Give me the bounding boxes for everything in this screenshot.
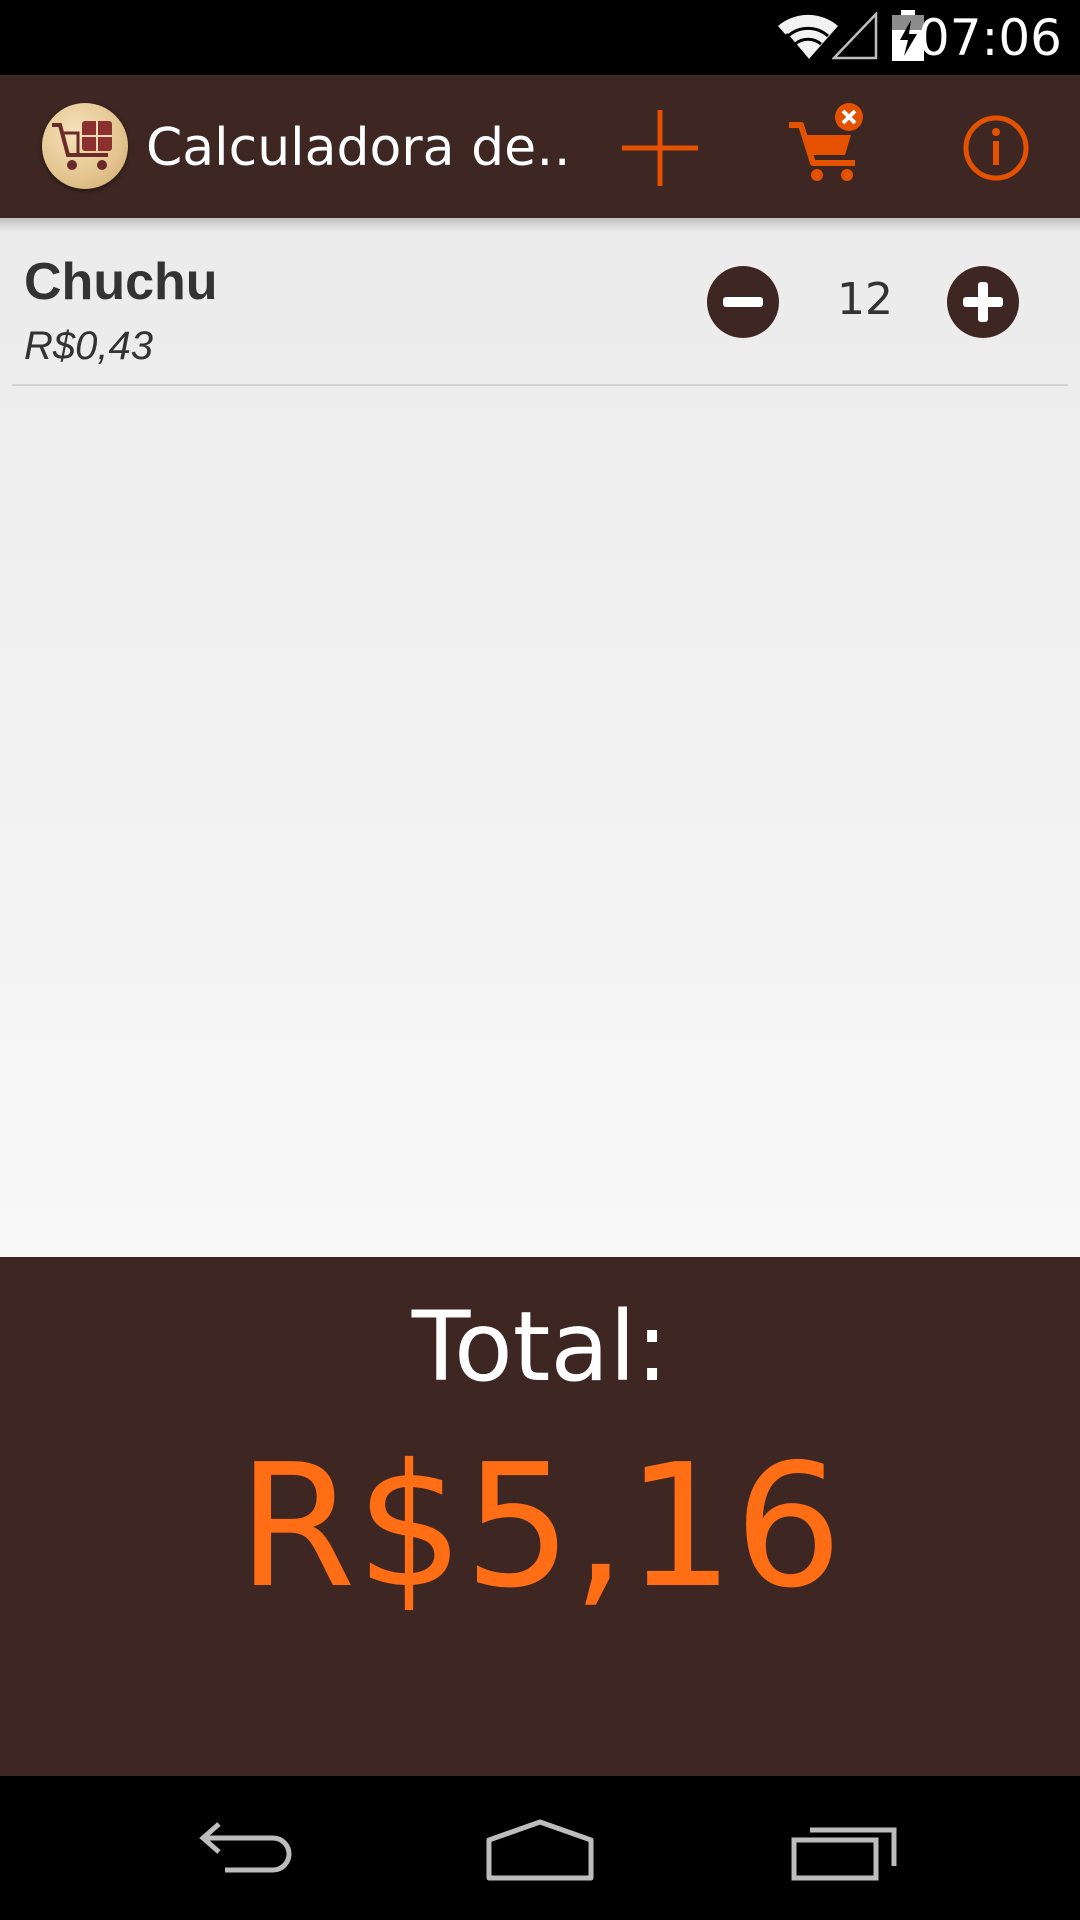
add-button[interactable]	[617, 105, 703, 191]
increase-quantity-button[interactable]	[947, 266, 1019, 338]
app-bar: Calculadora de…	[0, 75, 1080, 218]
minus-icon	[723, 297, 763, 307]
status-time: 07:06	[917, 9, 1062, 67]
wifi-icon	[776, 12, 840, 62]
decrease-quantity-button[interactable]	[707, 266, 779, 338]
item-quantity: 12	[837, 274, 893, 325]
recents-button[interactable]	[790, 1816, 900, 1886]
info-icon	[963, 115, 1029, 181]
home-button[interactable]	[485, 1816, 595, 1886]
total-label: Total:	[411, 1291, 669, 1403]
recents-icon	[791, 1827, 897, 1881]
info-button[interactable]	[953, 105, 1039, 191]
back-button[interactable]	[185, 1816, 295, 1886]
list-item[interactable]: Chuchu R$0,43 12	[0, 218, 1080, 386]
cart-calculator-icon[interactable]	[42, 103, 128, 189]
home-icon	[486, 1819, 594, 1881]
clear-cart-icon	[789, 103, 863, 181]
back-icon	[199, 1822, 292, 1873]
add-icon	[622, 110, 698, 186]
navigation-bar	[0, 1776, 1080, 1920]
app-title: Calculadora de…	[146, 118, 566, 178]
total-panel: Total: R$5,16	[0, 1257, 1080, 1776]
row-divider	[12, 384, 1068, 386]
clear-cart-button[interactable]	[785, 103, 871, 189]
item-name: Chuchu	[24, 253, 218, 311]
item-list: Chuchu R$0,43 12	[0, 218, 1080, 1257]
status-bar: 07:06	[0, 0, 1080, 75]
signal-icon	[831, 10, 878, 60]
item-price: R$0,43	[24, 324, 153, 368]
total-value: R$5,16	[237, 1428, 843, 1626]
